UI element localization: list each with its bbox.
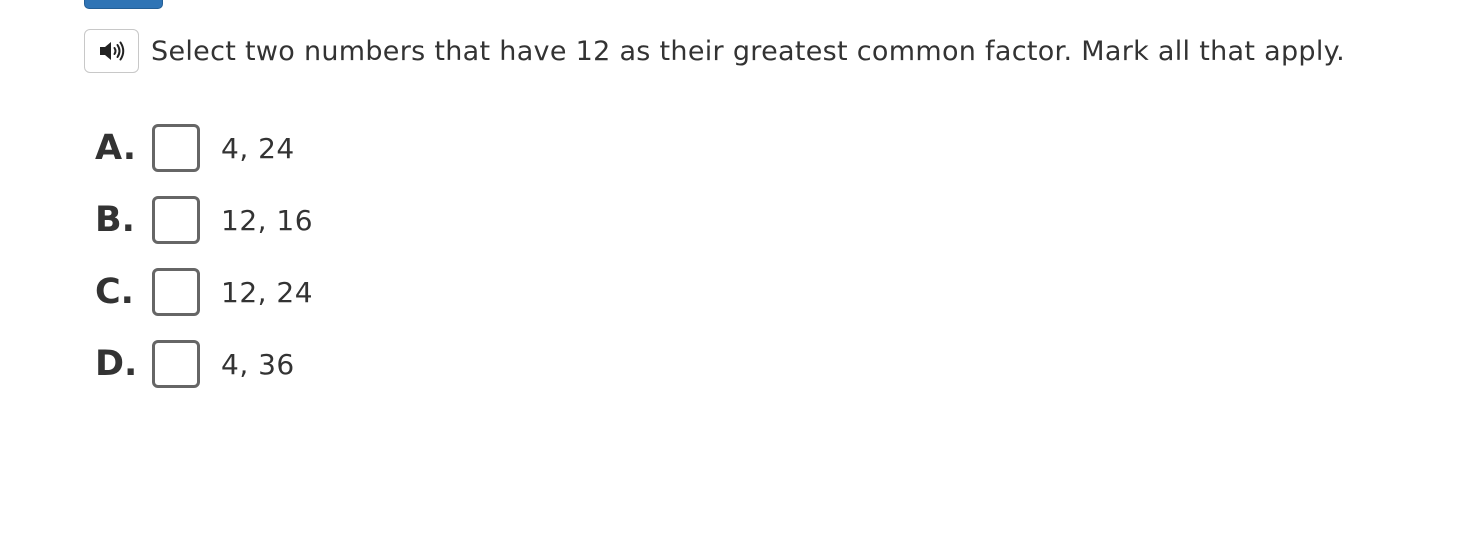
option-b[interactable]: B. 12, 16 (95, 196, 313, 244)
option-text: 12, 24 (221, 275, 314, 309)
option-a-checkbox[interactable] (152, 124, 200, 172)
option-c-checkbox[interactable] (152, 268, 200, 316)
audio-button[interactable] (84, 29, 139, 73)
option-letter: A. (95, 128, 137, 168)
option-text: 4, 24 (221, 131, 295, 165)
option-letter: B. (95, 200, 135, 240)
option-letter: D. (95, 344, 138, 384)
speaker-icon (98, 40, 126, 62)
question-row: Select two numbers that have 12 as their… (84, 29, 1345, 73)
option-text: 4, 36 (221, 347, 295, 381)
option-d-checkbox[interactable] (152, 340, 200, 388)
option-text: 12, 16 (221, 203, 314, 237)
answer-options: A. 4, 24 B. 12, 16 C. 12, 24 D. 4, 36 (95, 124, 313, 412)
option-c[interactable]: C. 12, 24 (95, 268, 313, 316)
option-letter: C. (95, 272, 134, 312)
question-text: Select two numbers that have 12 as their… (151, 35, 1345, 67)
option-a[interactable]: A. 4, 24 (95, 124, 313, 172)
option-d[interactable]: D. 4, 36 (95, 340, 313, 388)
option-b-checkbox[interactable] (152, 196, 200, 244)
top-tab-button[interactable] (84, 0, 163, 9)
